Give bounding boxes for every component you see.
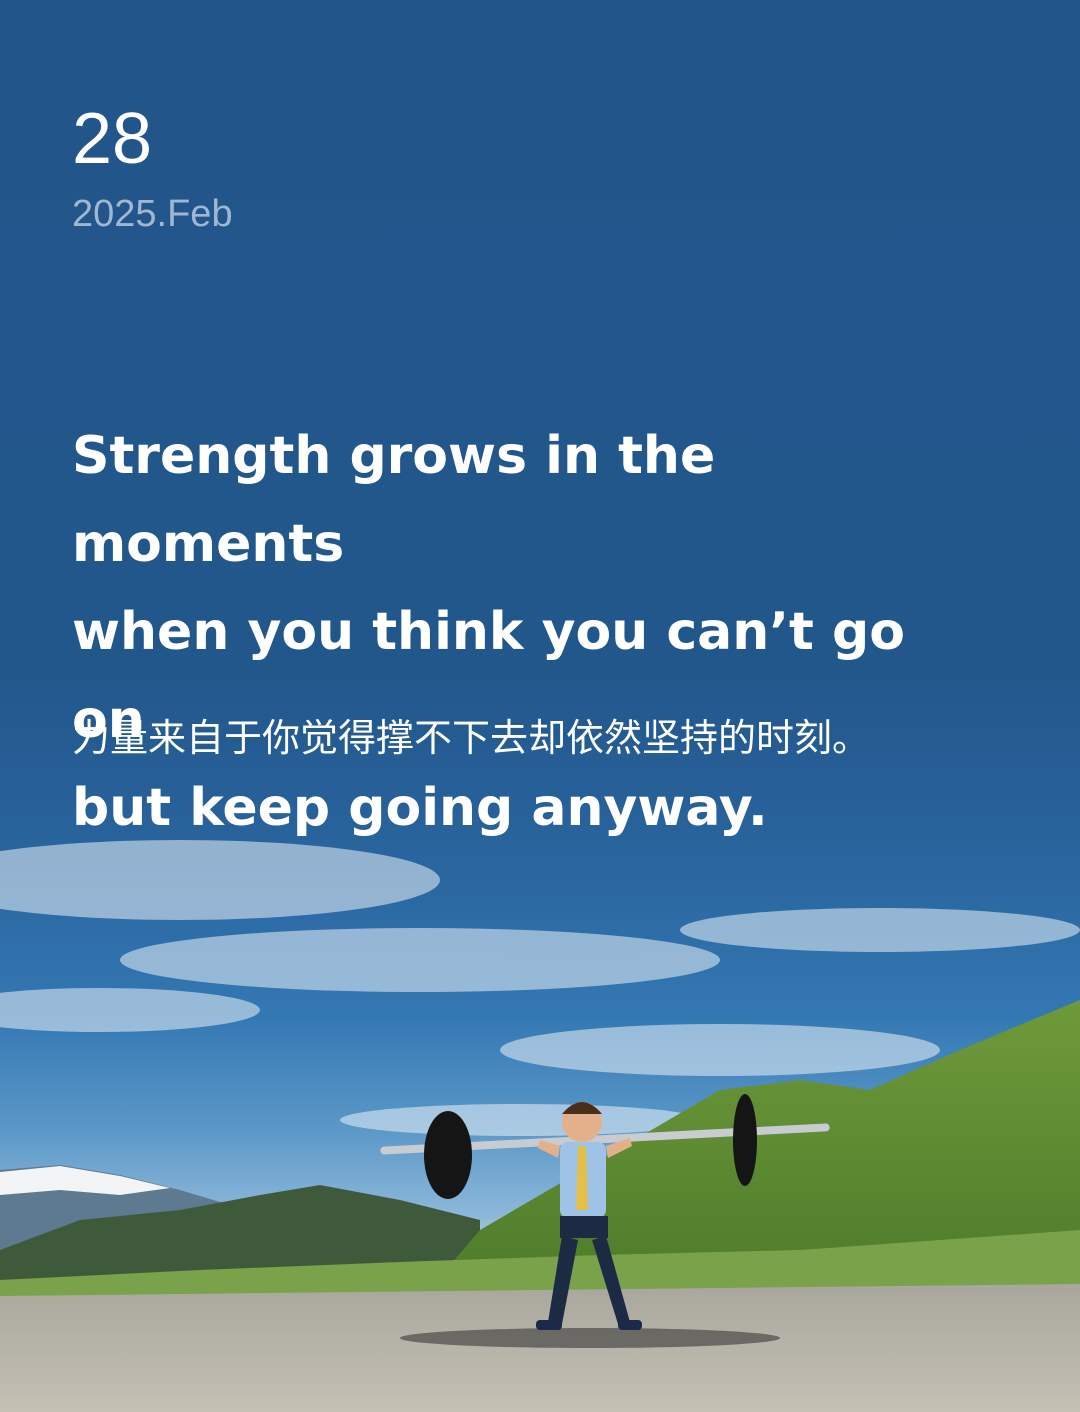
date-day: 28 — [72, 99, 153, 179]
road — [0, 1284, 1080, 1412]
quote-line: Strength grows in the moments — [72, 426, 716, 574]
child-shadow — [400, 1328, 780, 1348]
date-year-month: 2025.Feb — [72, 193, 233, 235]
quote-chinese: 力量来自于你觉得撑不下去却依然坚持的时刻。 — [72, 716, 871, 760]
quote-english: Strength grows in the moments when you t… — [72, 412, 972, 852]
quote-card: 28 2025.Feb Strength grows in the moment… — [0, 0, 1080, 1412]
quote-line: but keep going anyway. — [72, 778, 768, 838]
